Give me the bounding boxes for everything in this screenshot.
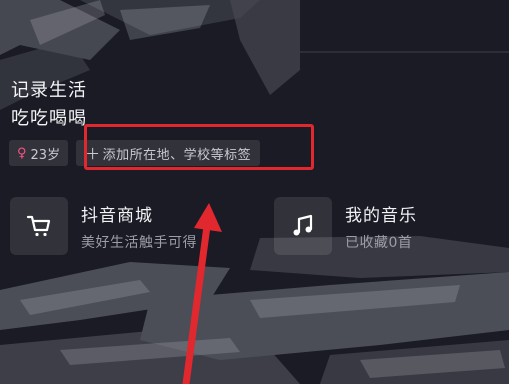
brush-stroke-background [0, 0, 509, 384]
shop-card[interactable]: 抖音商城 美好生活触手可得 [10, 196, 197, 256]
age-tag-label: 23岁 [30, 147, 61, 163]
music-card-title: 我的音乐 [345, 205, 417, 226]
age-tag[interactable]: ♀ 23岁 [9, 140, 69, 166]
bio-line-1: 记录生活 [11, 80, 87, 101]
annotation-highlight-box [84, 124, 314, 170]
bio-line-2: 吃吃喝喝 [11, 108, 87, 129]
music-card-subtitle: 已收藏0首 [345, 234, 413, 251]
female-symbol-icon: ♀ [17, 145, 27, 161]
shop-card-title: 抖音商城 [81, 205, 153, 226]
music-card[interactable]: 我的音乐 已收藏0首 [274, 196, 417, 256]
music-note-icon [274, 197, 332, 255]
shop-card-subtitle: 美好生活触手可得 [81, 234, 197, 251]
shopping-cart-icon [10, 197, 68, 255]
